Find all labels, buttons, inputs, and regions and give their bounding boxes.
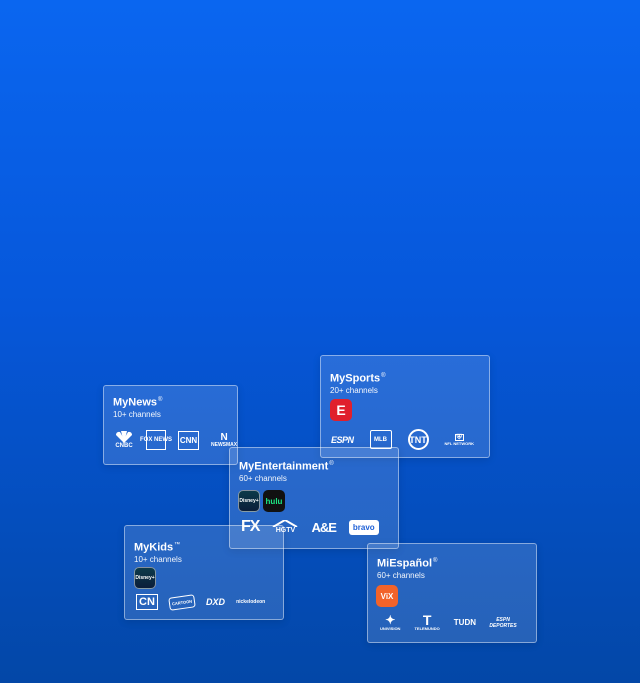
tudn-logo-icon: TUDN <box>453 618 477 627</box>
myentertainment-trademark: ® <box>329 461 334 467</box>
mysports-trademark: ® <box>381 373 386 379</box>
cnn-logo-icon: CNN <box>178 430 199 450</box>
tnt-logo-icon: TNT <box>407 429 429 450</box>
espn-logo-icon: ESPN <box>331 434 354 445</box>
miespanol-title-text: MiEspañol <box>377 557 433 570</box>
myentertainment-apps: Disney+ hulu <box>238 490 285 512</box>
espn-app-icon[interactable]: E <box>330 399 352 421</box>
miespanol-channel-count: 60+ channels <box>377 570 425 580</box>
mykids-logos: CN CARTOON DXD nickelodeon <box>136 593 266 611</box>
univision-logo-icon: ✦ UNIVISION <box>380 612 401 631</box>
mykids-card[interactable]: MyKids™ 10+ channels Disney+ CN CARTOON … <box>124 525 284 620</box>
mynews-logos: CNBC FOX NEWS CNN N NEWSMAX <box>114 430 237 450</box>
fox-news-logo-icon: FOX NEWS <box>140 430 172 450</box>
myentertainment-channel-count: 60+ channels <box>239 473 287 483</box>
miespanol-trademark: ® <box>433 558 438 564</box>
mysports-channel-count: 20+ channels <box>330 385 378 395</box>
telemundo-logo-icon: T TELEMUNDO <box>414 612 440 631</box>
disney-plus-app-icon[interactable]: Disney+ <box>238 490 260 512</box>
mykids-title-text: MyKids <box>134 541 174 554</box>
disney-xd-logo-icon: DXD <box>206 597 226 607</box>
ae-logo-icon: A&E <box>311 519 336 535</box>
miespanol-card[interactable]: MiEspañol® 60+ channels ViX ✦ UNIVISION … <box>367 543 537 643</box>
mynews-channel-count: 10+ channels <box>113 409 161 419</box>
cnbc-logo-icon: CNBC <box>114 431 134 449</box>
bravo-logo-icon: bravo <box>348 519 379 535</box>
nfl-network-logo-icon: ⛨ NFL NETWORK <box>444 433 474 446</box>
mysports-title-text: MySports <box>330 372 381 385</box>
miespanol-title: MiEspañol® <box>377 555 527 570</box>
miespanol-logos: ✦ UNIVISION T TELEMUNDO TUDN ESPN DEPORT… <box>380 612 517 631</box>
espn-deportes-logo-icon: ESPN DEPORTES <box>489 616 517 629</box>
boomerang-logo-icon: CARTOON <box>168 593 196 611</box>
mykids-trademark: ™ <box>174 542 181 548</box>
disney-plus-app-icon[interactable]: Disney+ <box>134 567 156 589</box>
nickelodeon-logo-icon: nickelodeon <box>236 599 266 605</box>
hulu-app-icon[interactable]: hulu <box>263 490 285 512</box>
newsmax-logo-icon: N NEWSMAX <box>211 431 238 448</box>
myentertainment-title-text: MyEntertainment <box>239 460 329 473</box>
mysports-title: MySports® <box>330 370 480 385</box>
mynews-title: MyNews® <box>113 394 228 409</box>
cartoon-network-logo-icon: CN <box>136 594 158 610</box>
mysports-card[interactable]: MySports® 20+ channels E ESPN MLB TNT ⛨ … <box>320 355 490 458</box>
vix-app-icon[interactable]: ViX <box>376 585 398 607</box>
myentertainment-title: MyEntertainment® <box>239 458 389 473</box>
mynews-trademark: ® <box>158 397 163 403</box>
mynews-card[interactable]: MyNews® 10+ channels CNBC FOX NEWS CNN N… <box>103 385 238 465</box>
mykids-channel-count: 10+ channels <box>134 554 182 564</box>
mynews-title-text: MyNews <box>113 396 158 409</box>
mykids-title: MyKids™ <box>134 539 274 554</box>
